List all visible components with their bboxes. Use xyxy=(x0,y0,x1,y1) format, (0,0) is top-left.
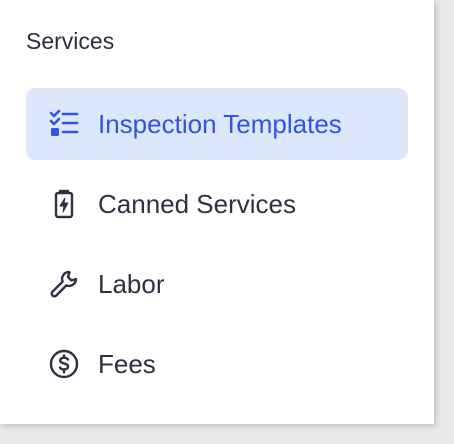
settings-panel: Services Inspection Templates Canned Ser… xyxy=(0,0,434,424)
services-nav: Inspection Templates Canned Services Lab… xyxy=(26,88,408,408)
nav-item-label: Fees xyxy=(98,348,156,379)
nav-item-label: Inspection Templates xyxy=(98,108,342,139)
battery-bolt-icon xyxy=(48,188,80,220)
wrench-icon xyxy=(48,268,80,300)
nav-item-canned-services[interactable]: Canned Services xyxy=(26,168,408,240)
nav-item-fees[interactable]: Fees xyxy=(26,328,408,400)
section-title: Services xyxy=(26,28,115,54)
nav-item-label: Canned Services xyxy=(98,188,296,219)
dollar-circle-icon xyxy=(48,348,80,380)
nav-item-inspection-templates[interactable]: Inspection Templates xyxy=(26,88,408,160)
nav-item-labor[interactable]: Labor xyxy=(26,248,408,320)
nav-item-label: Labor xyxy=(98,268,165,299)
checklist-icon xyxy=(48,108,80,140)
